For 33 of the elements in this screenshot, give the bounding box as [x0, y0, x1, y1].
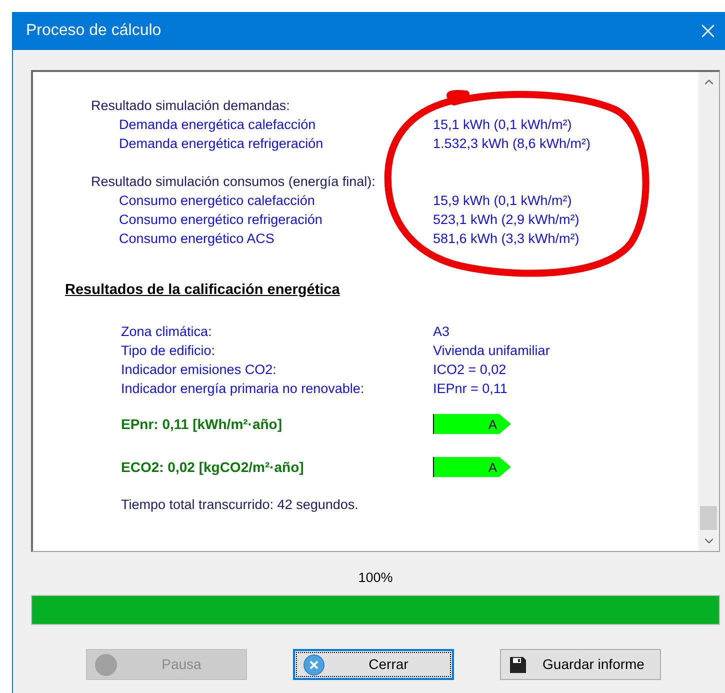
indicator-label: EPnr: 0,11 [kWh/m²·año] [120, 414, 284, 434]
close-button[interactable]: Cerrar [293, 649, 454, 680]
info-label: Indicador emisiones CO2: [120, 361, 278, 379]
result-label: Consumo energético ACS [118, 230, 276, 248]
save-button[interactable]: Guardar informe [500, 649, 661, 680]
info-value: Vivienda unifamiliar [433, 342, 550, 360]
info-label: Indicador energía primaria no renovable: [120, 380, 366, 398]
info-value: A3 [433, 323, 450, 341]
window-title: Proceso de cálculo [26, 21, 162, 41]
elapsed-time: Tiempo total transcurrido: 42 segundos. [120, 496, 360, 514]
result-label: Consumo energético calefacción [118, 192, 316, 210]
info-value: ICO2 = 0,02 [433, 361, 506, 379]
section-heading: Resultado simulación demandas: [91, 97, 291, 115]
result-value: 1.532,3 kWh (8,6 kWh/m²) [433, 135, 591, 153]
rating-badge: A [433, 414, 511, 434]
section-heading: Resultado simulación consumos (energía final): [91, 173, 376, 191]
result-label: Demanda energética calefacción [118, 116, 317, 134]
section-title: Resultados de la calificación energética [65, 281, 340, 300]
scroll-thumb[interactable] [700, 506, 717, 530]
rating-badge: A [433, 457, 511, 477]
indicator-label: ECO2: 0,02 [kgCO2/m²·año] [120, 458, 305, 476]
result-label: Consumo energético refrigeración [118, 211, 324, 229]
info-value: IEPnr = 0,11 [433, 380, 508, 398]
info-label: Zona climática: [120, 323, 213, 341]
result-value: 581,6 kWh (3,3 kWh/m²) [433, 230, 580, 248]
result-label: Demanda energética refrigeración [118, 135, 324, 153]
result-value: 15,9 kWh (0,1 kWh/m²) [433, 192, 572, 210]
scrollbar[interactable] [698, 72, 719, 551]
close-icon [303, 654, 325, 676]
result-value: 523,1 kWh (2,9 kWh/m²) [433, 211, 580, 229]
progress-percent: 100% [357, 569, 394, 587]
result-value: 15,1 kWh (0,1 kWh/m²) [433, 116, 572, 134]
info-label: Tipo de edificio: [120, 342, 216, 360]
